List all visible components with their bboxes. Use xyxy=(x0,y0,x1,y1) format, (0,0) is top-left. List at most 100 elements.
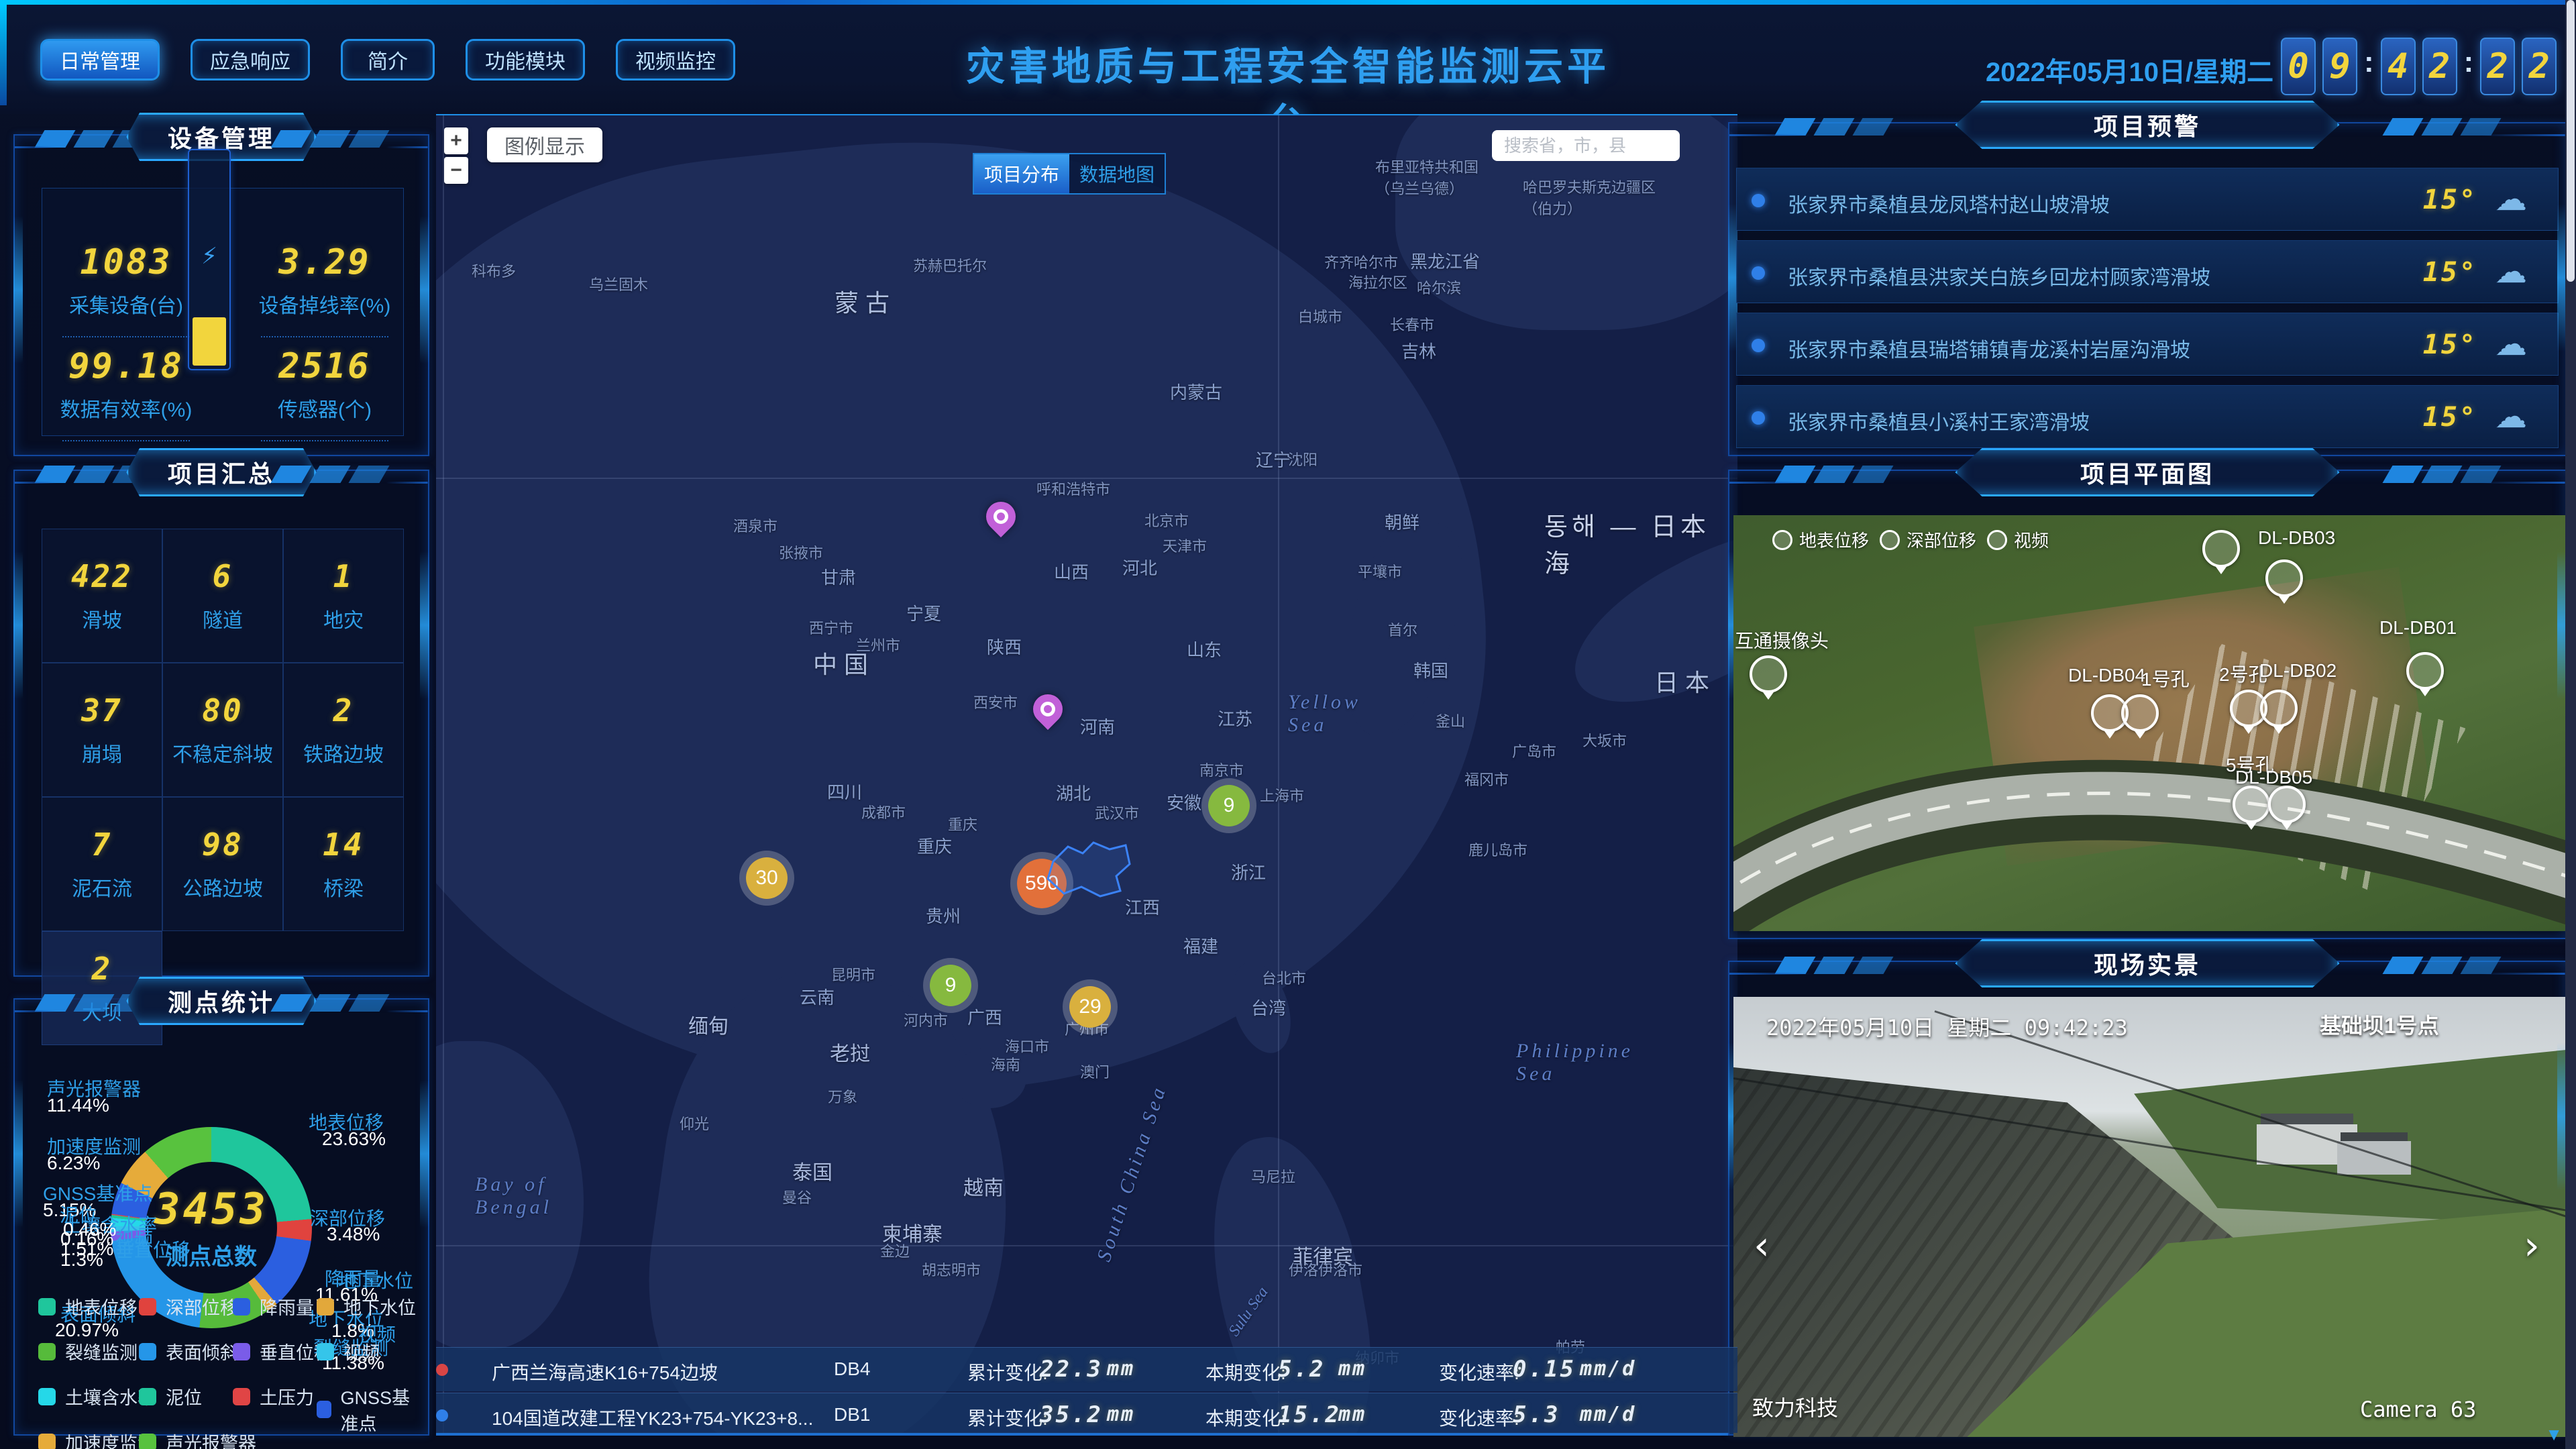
plan-marker-icon[interactable] xyxy=(2406,652,2444,690)
map-label: 云南 xyxy=(800,984,835,1009)
legend-item[interactable]: 土压力 xyxy=(233,1383,314,1409)
map-label: 北京市 xyxy=(1144,509,1189,531)
device-stat-label: 设备掉线率(%) xyxy=(248,289,402,319)
alert-row[interactable]: 张家界市桑植县龙凤塔村赵山坡滑坡 15° ☁ xyxy=(1736,168,2559,231)
map-label: 首尔 xyxy=(1388,619,1417,640)
zoom-in-button[interactable]: + xyxy=(444,127,468,154)
map-label: 山西 xyxy=(1054,559,1089,584)
plan-marker-icon[interactable] xyxy=(2268,786,2306,823)
nav-button[interactable]: 简介 xyxy=(341,39,435,80)
deco-bars xyxy=(2387,957,2515,974)
legend-swatch xyxy=(317,1343,334,1360)
plan-marker-icon[interactable] xyxy=(2121,694,2159,732)
plan-marker-icon[interactable] xyxy=(2265,559,2303,597)
legend-item[interactable]: GNSS基准点 xyxy=(317,1383,428,1436)
map-tab[interactable]: 项目分布 xyxy=(974,154,1069,193)
map-search-input[interactable] xyxy=(1492,130,1680,161)
summary-label: 隧道 xyxy=(203,604,243,633)
map-legend-button[interactable]: 图例显示 xyxy=(487,127,602,162)
map-cluster-marker[interactable]: 29 xyxy=(1069,986,1111,1028)
map-label: 中国 xyxy=(813,645,875,680)
legend-item[interactable]: 声光报警器 xyxy=(139,1429,256,1449)
row-cur-label: 本期变化: xyxy=(1205,1358,1286,1385)
row-rate-label: 变化速率: xyxy=(1439,1358,1519,1385)
nav-button[interactable]: 应急响应 xyxy=(191,39,310,80)
plan-pin-icon xyxy=(1880,530,1900,550)
alert-row[interactable]: 张家界市桑植县小溪村王家湾滑坡 15° ☁ xyxy=(1736,385,2559,448)
map-zoom-control: + − xyxy=(444,127,468,186)
cluster-count: 9 xyxy=(945,974,957,997)
map-cluster-marker[interactable]: 9 xyxy=(930,965,971,1006)
map-label: 吉林 xyxy=(1401,338,1436,363)
legend-item[interactable]: 地表位移 xyxy=(38,1293,138,1320)
graticule-line xyxy=(436,1245,1737,1246)
battery-gauge: ⚡ xyxy=(188,149,231,370)
nav-button[interactable]: 日常管理 xyxy=(40,39,160,80)
scrollbar-thumb[interactable] xyxy=(2567,0,2575,282)
legend-item[interactable]: 加速度监测 xyxy=(38,1429,156,1449)
row-cur-value: 15.2 xyxy=(1278,1401,1341,1428)
plan-marker-label: 1号孔 xyxy=(2141,665,2190,692)
legend-swatch xyxy=(317,1401,331,1418)
legend-item[interactable]: 深部位移 xyxy=(139,1293,238,1320)
legend-item[interactable]: 泥位 xyxy=(139,1383,202,1409)
legend-item[interactable]: 土壤含水率 xyxy=(38,1383,156,1409)
map-container[interactable]: + − 图例显示 项目分布 数据地图 科布多 乌兰固木 苏赫巴托尔 布里亚特共和… xyxy=(436,114,1737,1436)
legend-swatch xyxy=(233,1388,250,1405)
legend-label: 降雨量 xyxy=(260,1293,314,1320)
plan-marker-icon[interactable] xyxy=(2260,690,2298,727)
map-label: 台湾 xyxy=(1251,995,1286,1020)
map-tab[interactable]: 数据地图 xyxy=(1069,154,1165,193)
legend-swatch xyxy=(233,1343,250,1360)
legend-item[interactable]: 视频 xyxy=(317,1338,380,1364)
plan-marker-icon[interactable] xyxy=(2202,530,2240,568)
legend-item[interactable]: 地下水位 xyxy=(317,1293,416,1320)
deco-bars xyxy=(276,466,403,483)
legend-item[interactable]: 降雨量 xyxy=(233,1293,314,1320)
page-scrollbar[interactable] xyxy=(2565,0,2576,1449)
device-stat: 2516 传感器(个) xyxy=(248,346,402,441)
alerts-list: 张家界市桑植县龙凤塔村赵山坡滑坡 15° ☁ 张家界市桑植县洪家关白族乡回龙村顾… xyxy=(1729,158,2565,448)
map-label: 平壤市 xyxy=(1358,560,1402,582)
live-camera-frame[interactable] xyxy=(1733,997,2568,1437)
row-cum-unit: mm xyxy=(1107,1403,1135,1426)
graticule-line xyxy=(1278,115,1279,1433)
legend-item[interactable]: 裂缝监测 xyxy=(38,1338,138,1364)
prev-camera-button[interactable]: ‹ xyxy=(1754,1222,1770,1269)
deco-bars xyxy=(276,994,403,1012)
nav-button[interactable]: 视频监控 xyxy=(616,39,735,80)
scroll-down-icon[interactable]: ▼ xyxy=(2545,1424,2563,1445)
map-label: 沈阳 xyxy=(1288,448,1318,470)
plan-marker-icon[interactable] xyxy=(2233,786,2270,823)
plan-marker-icon[interactable] xyxy=(1750,655,1787,693)
row-rate-label: 变化速率: xyxy=(1439,1404,1519,1431)
summary-cell: 422 滑坡 xyxy=(42,529,162,663)
legend-item[interactable]: 表面倾斜 xyxy=(139,1338,238,1364)
alert-row[interactable]: 张家界市桑植县瑞塔铺镇青龙溪村岩屋沟滑坡 15° ☁ xyxy=(1736,313,2559,376)
clock-digit: 2 xyxy=(2522,38,2557,95)
monitor-table-row[interactable]: 104国道改建工程YK23+754-YK23+8... DB1 累计变化: 35… xyxy=(436,1393,1737,1436)
monitor-table-row[interactable]: 广西兰海高速K16+754边坡 DB4 累计变化: 22.3 mm 本期变化: … xyxy=(436,1347,1737,1391)
alert-name: 张家界市桑植县龙凤塔村赵山坡滑坡 xyxy=(1788,189,2110,218)
map-label: 齐齐哈尔市 xyxy=(1324,251,1398,272)
main-nav: 日常管理 应急响应 简介 功能模块 视频监控 xyxy=(40,39,735,80)
nav-button[interactable]: 功能模块 xyxy=(466,39,585,80)
alert-row[interactable]: 张家界市桑植县洪家关白族乡回龙村顾家湾滑坡 15° ☁ xyxy=(1736,240,2559,303)
map-label: 越南 xyxy=(963,1171,1004,1201)
map-cluster-marker[interactable]: 9 xyxy=(1208,785,1250,826)
next-camera-button[interactable]: › xyxy=(2524,1222,2540,1269)
clock-digit: 2 xyxy=(2480,38,2515,95)
map-label: 四川 xyxy=(827,779,862,804)
legend-label: 泥位 xyxy=(166,1383,202,1409)
map-cluster-marker[interactable]: 30 xyxy=(746,857,788,899)
map-label: 海南 xyxy=(991,1053,1020,1075)
device-panel: 设备管理 1083 采集设备(台) 3.29 设备掉线率(%) 99.18 数据… xyxy=(13,134,429,456)
map-label: 武汉市 xyxy=(1095,802,1139,823)
live-panel: 现场实景 2022年05月10日 星期二 09:42:23 基础坝1号点 致力科… xyxy=(1728,961,2567,1436)
map-label: 河南 xyxy=(1080,714,1115,739)
zoom-out-button[interactable]: − xyxy=(444,157,468,184)
legend-swatch xyxy=(139,1298,156,1316)
legend-label: 地表位移 xyxy=(65,1293,138,1320)
device-stat-value: 2516 xyxy=(248,346,402,386)
plan-marker-label: DL-DB02 xyxy=(2259,660,2337,682)
